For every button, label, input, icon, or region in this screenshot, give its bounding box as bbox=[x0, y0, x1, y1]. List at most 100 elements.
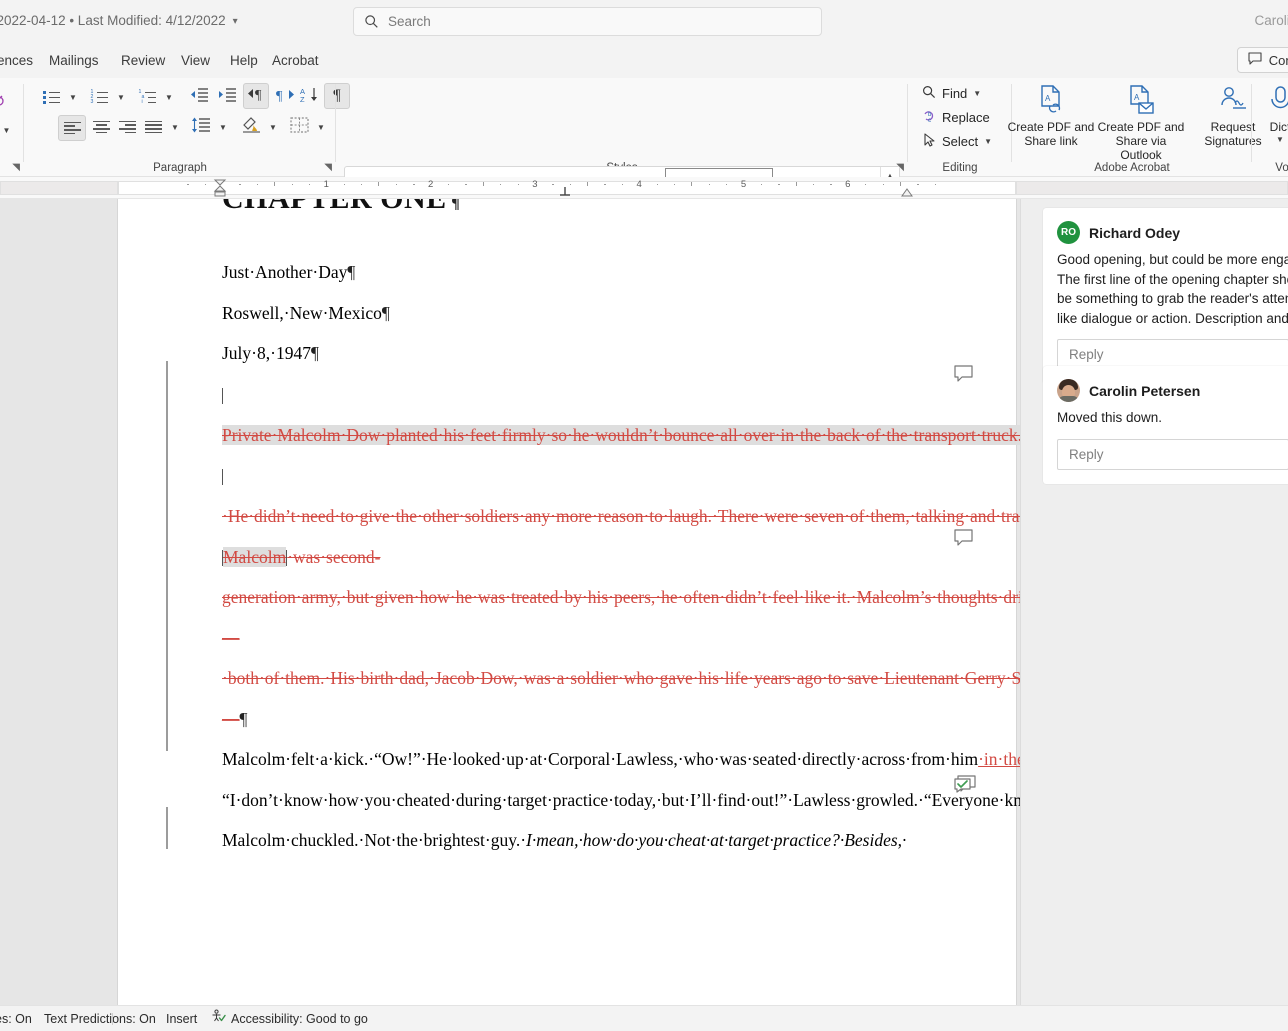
cursor-arrow-icon bbox=[922, 133, 936, 150]
find-chevron-down-icon[interactable]: ▼ bbox=[973, 89, 981, 98]
increase-indent-button[interactable] bbox=[216, 85, 238, 109]
comment-anchor-3-resolved[interactable] bbox=[954, 775, 976, 793]
paragraph-date[interactable]: July·8,·1947¶ bbox=[222, 333, 922, 374]
decrease-indent-button[interactable] bbox=[188, 85, 210, 109]
document-canvas[interactable]: CHAPTER ONE ¶ Just·Another·Day¶ Roswell,… bbox=[0, 199, 1020, 1005]
text-cursor bbox=[222, 468, 223, 485]
ltr-paragraph-icon: ¶ bbox=[246, 86, 267, 106]
user-account-name[interactable]: Carolin Peters bbox=[1254, 13, 1288, 28]
ruler-tick bbox=[256, 184, 259, 186]
comment-author-name: Carolin Petersen bbox=[1089, 382, 1201, 399]
tab-help[interactable]: Help bbox=[221, 43, 267, 78]
paragraph-lawless[interactable]: “I·don’t·know·how·you·cheated·during·tar… bbox=[222, 780, 1020, 821]
justify-chevron-icon[interactable]: ▼ bbox=[168, 115, 182, 139]
comment-card-richard-odey[interactable]: RO Richard Odey ⋮ Good opening, but coul… bbox=[1043, 208, 1288, 384]
tab-view[interactable]: View bbox=[172, 43, 219, 78]
ruler-tick bbox=[187, 184, 189, 186]
ruler-tick bbox=[708, 184, 711, 186]
numbered-list-icon: 1 2 3 bbox=[91, 89, 108, 105]
bulleted-list-chevron-icon[interactable]: ▼ bbox=[66, 85, 80, 109]
ruler-number: 5 bbox=[740, 179, 747, 190]
status-accessibility[interactable]: Accessibility: Good to go bbox=[211, 1006, 368, 1031]
select-button[interactable]: Select ▼ bbox=[922, 133, 992, 150]
paragraph-chuckled[interactable]: Malcolm·chuckled.·Not·the·brightest·guy.… bbox=[222, 820, 922, 861]
numbered-list-chevron-icon[interactable]: ▼ bbox=[114, 85, 128, 109]
changed-line-bar bbox=[166, 807, 168, 849]
tab-references[interactable]: ences bbox=[0, 43, 42, 78]
align-left-button[interactable] bbox=[58, 115, 86, 141]
indent-marker[interactable] bbox=[213, 179, 227, 198]
dictate-chevron-down-icon[interactable]: ▼ bbox=[1252, 133, 1288, 147]
ruler-tick bbox=[795, 182, 797, 186]
paragraph-deleted-2[interactable]: Malcolm·was·second-generation·army,·but·… bbox=[222, 537, 1020, 740]
line-spacing-chevron-icon[interactable]: ▼ bbox=[216, 115, 230, 139]
line-spacing-button[interactable] bbox=[188, 115, 214, 139]
shading-button[interactable] bbox=[238, 115, 264, 139]
borders-chevron-icon[interactable]: ▼ bbox=[314, 115, 328, 139]
justify-button[interactable] bbox=[140, 115, 166, 139]
status-editor-mode[interactable]: es: On bbox=[0, 1006, 32, 1031]
ruler-tick bbox=[691, 182, 693, 186]
borders-button[interactable] bbox=[286, 115, 312, 139]
status-text-predictions[interactable]: Text Predictions: On bbox=[44, 1006, 156, 1031]
paragraph-dialog-launcher[interactable]: ◥ bbox=[324, 162, 332, 173]
rtl-text-direction-button[interactable]: ¶ bbox=[273, 85, 297, 109]
font-dialog-launcher[interactable]: ◥ bbox=[12, 162, 20, 173]
document-text-body[interactable]: CHAPTER ONE ¶ Just·Another·Day¶ Roswell,… bbox=[222, 199, 1020, 861]
ruler-tick bbox=[447, 184, 450, 186]
text-highlight-chevron-icon[interactable]: ▼ bbox=[0, 118, 13, 142]
replace-icon: b c bbox=[922, 109, 936, 126]
find-button[interactable]: Find ▼ bbox=[922, 85, 981, 102]
comment-body-text: Moved this down. bbox=[1057, 410, 1163, 425]
status-divider bbox=[112, 1013, 113, 1025]
comments-button[interactable]: Comm bbox=[1236, 47, 1288, 73]
comment-card-carolin-petersen[interactable]: Carolin Petersen ⋮ Moved this down. Repl… bbox=[1043, 366, 1288, 484]
search-input[interactable]: Search bbox=[353, 7, 822, 36]
chevron-down-icon[interactable]: ▾ bbox=[233, 16, 238, 27]
replace-button[interactable]: b c Replace bbox=[922, 109, 990, 126]
paragraph-just-another-day[interactable]: Just·Another·Day¶ bbox=[222, 252, 922, 293]
tab-stop-marker[interactable] bbox=[559, 187, 571, 197]
paragraph-kick[interactable]: Malcolm·felt·a·kick.·“Ow!”·He·looked·up·… bbox=[222, 739, 1020, 780]
comment-anchor-1[interactable] bbox=[954, 365, 976, 383]
align-center-button[interactable] bbox=[88, 115, 114, 139]
bulleted-list-button[interactable] bbox=[38, 85, 64, 109]
comment-reply-input[interactable]: Reply bbox=[1057, 438, 1288, 470]
avatar[interactable] bbox=[1057, 379, 1080, 402]
horizontal-ruler[interactable]: 1 2 3 4 5 6 bbox=[0, 177, 1288, 199]
create-pdf-share-outlook-button[interactable]: A Create PDF and Share via Outlook bbox=[1095, 83, 1187, 162]
borders-icon bbox=[289, 116, 309, 138]
comment-header: RO Richard Odey ⋮ bbox=[1057, 221, 1288, 244]
multilevel-list-button[interactable]: 1 a i bbox=[134, 85, 160, 109]
clear-formatting-button[interactable]: A bbox=[0, 86, 6, 110]
find-label: Find bbox=[942, 86, 968, 101]
shading-chevron-icon[interactable]: ▼ bbox=[266, 115, 280, 139]
paragraph-roswell[interactable]: Roswell,·New·Mexico¶ bbox=[222, 293, 922, 334]
comments-pane[interactable]: RO Richard Odey ⋮ Good opening, but coul… bbox=[1020, 199, 1288, 1005]
status-insert-mode[interactable]: Insert bbox=[166, 1006, 197, 1031]
avatar[interactable]: RO bbox=[1057, 221, 1080, 244]
ruler-tick bbox=[239, 184, 241, 186]
comment-header: Carolin Petersen ⋮ bbox=[1057, 379, 1288, 402]
comment-anchor-2[interactable] bbox=[954, 529, 976, 547]
document-title[interactable]: on-2_2022-04-12 • Last Modified: 4/12/20… bbox=[0, 13, 238, 28]
document-page[interactable]: CHAPTER ONE ¶ Just·Another·Day¶ Roswell,… bbox=[118, 199, 1020, 1005]
ruler-tick bbox=[760, 184, 763, 186]
sort-button[interactable]: A Z bbox=[298, 85, 322, 109]
tab-review[interactable]: Review bbox=[112, 43, 174, 78]
paragraph-deleted-1[interactable]: Private·Malcolm·Dow·planted·his·feet·fir… bbox=[222, 375, 1020, 537]
numbered-list-button[interactable]: 1 2 3 bbox=[86, 85, 112, 109]
align-center-icon bbox=[92, 119, 110, 136]
dictate-button[interactable]: Dict ▼ bbox=[1252, 83, 1288, 147]
right-indent-marker[interactable] bbox=[900, 188, 914, 198]
comments-button-label: Comm bbox=[1268, 52, 1288, 68]
align-right-button[interactable] bbox=[114, 115, 140, 139]
pdf-mail-icon: A bbox=[1095, 83, 1187, 117]
tab-acrobat[interactable]: Acrobat bbox=[263, 43, 328, 78]
tab-mailings[interactable]: Mailings bbox=[40, 43, 108, 78]
create-pdf-share-link-button[interactable]: A Create PDF and Share link bbox=[1005, 83, 1097, 148]
changed-line-bar bbox=[166, 361, 168, 751]
select-chevron-down-icon[interactable]: ▼ bbox=[984, 137, 992, 146]
multilevel-list-chevron-icon[interactable]: ▼ bbox=[162, 85, 176, 109]
ltr-text-direction-button[interactable]: ¶ bbox=[243, 83, 269, 109]
